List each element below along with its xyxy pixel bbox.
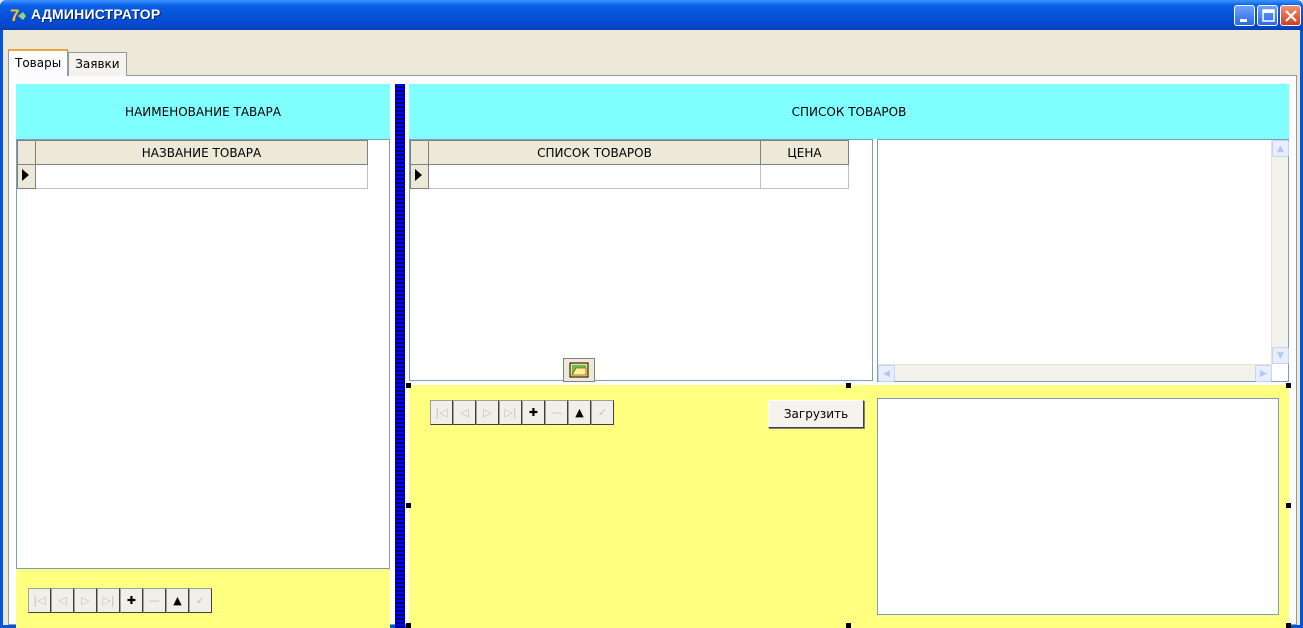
last-icon[interactable]: ▷| — [97, 588, 120, 613]
scroll-right-icon[interactable]: ▶ — [1255, 365, 1272, 382]
tab-goods[interactable]: Товары — [8, 49, 69, 76]
load-button[interactable]: Загрузить — [768, 400, 864, 428]
selection-handle[interactable] — [406, 623, 411, 628]
horizontal-scrollbar[interactable]: ◀ ▶ — [878, 364, 1272, 382]
grid-cell[interactable] — [760, 164, 849, 189]
goods-names-grid[interactable]: НАЗВАНИЕ ТОВАРА — [16, 139, 390, 569]
selection-handle[interactable] — [846, 383, 851, 388]
vertical-scrollbar[interactable]: ▲ ▼ — [1271, 140, 1289, 364]
first-icon[interactable]: |◁ — [430, 400, 453, 425]
close-button[interactable] — [1280, 5, 1301, 26]
scroll-up-icon[interactable]: ▲ — [1272, 140, 1289, 157]
splitter[interactable] — [395, 84, 405, 628]
grid-cell[interactable] — [35, 164, 368, 189]
selection-handle[interactable] — [846, 623, 851, 628]
minimize-icon — [1240, 19, 1247, 22]
scroll-down-icon[interactable]: ▼ — [1272, 347, 1289, 364]
next-icon[interactable]: ▷ — [74, 588, 97, 613]
window-title: АДМИНИСТРАТОР — [31, 6, 161, 22]
last-icon[interactable]: ▷| — [499, 400, 522, 425]
prior-icon[interactable]: ◁ — [51, 588, 74, 613]
grid-indicator-header — [410, 140, 429, 165]
maximize-icon — [1262, 9, 1275, 22]
right-db-navigator: |◁ ◁ ▷ ▷| ✚ — ▲ ✓ — [430, 400, 614, 425]
scroll-left-icon[interactable]: ◀ — [878, 365, 895, 382]
close-icon — [1285, 10, 1297, 22]
grid-cell[interactable] — [428, 164, 761, 189]
open-image-button[interactable] — [563, 358, 595, 382]
right-panel-header: СПИСОК ТОВАРОВ — [409, 84, 1289, 139]
tab-strip: Товары Заявки — [8, 48, 127, 76]
selection-handle[interactable] — [1286, 623, 1291, 628]
edit-icon[interactable]: ▲ — [166, 588, 189, 613]
grid-indicator-header — [17, 140, 36, 165]
post-icon[interactable]: ✓ — [189, 588, 212, 613]
delete-icon[interactable]: — — [545, 400, 568, 425]
edit-icon[interactable]: ▲ — [568, 400, 591, 425]
column-header-goods-name[interactable]: НАЗВАНИЕ ТОВАРА — [35, 140, 368, 165]
insert-icon[interactable]: ✚ — [522, 400, 545, 425]
prior-icon[interactable]: ◁ — [453, 400, 476, 425]
column-header-price[interactable]: ЦЕНА — [760, 140, 849, 165]
selection-handle[interactable] — [1286, 383, 1291, 388]
insert-icon[interactable]: ✚ — [120, 588, 143, 613]
tab-orders[interactable]: Заявки — [68, 52, 127, 76]
column-header-goods-list[interactable]: СПИСОК ТОВАРОВ — [428, 140, 761, 165]
left-db-navigator: |◁ ◁ ▷ ▷| ✚ — ▲ ✓ — [28, 588, 212, 613]
open-folder-icon — [569, 362, 589, 378]
selection-handle[interactable] — [1286, 503, 1291, 508]
row-pointer-icon — [22, 169, 29, 181]
image-memo[interactable] — [877, 398, 1279, 615]
next-icon[interactable]: ▷ — [476, 400, 499, 425]
row-indicator — [17, 164, 36, 189]
goods-list-grid[interactable]: СПИСОК ТОВАРОВ ЦЕНА — [409, 139, 873, 381]
row-pointer-icon — [415, 169, 422, 181]
minimize-button[interactable] — [1234, 5, 1255, 26]
left-panel-header: НАИМЕНОВАНИЕ ТАВАРА — [16, 84, 390, 139]
selection-handle[interactable] — [406, 503, 411, 508]
delete-icon[interactable]: — — [143, 588, 166, 613]
first-icon[interactable]: |◁ — [28, 588, 51, 613]
row-indicator — [410, 164, 429, 189]
title-bar[interactable]: 7 АДМИНИСТРАТОР — [0, 0, 1303, 30]
description-memo[interactable]: ▲ ▼ ◀ ▶ — [877, 139, 1289, 382]
selection-handle[interactable] — [406, 383, 411, 388]
app-icon: 7 — [10, 6, 26, 24]
svg-text:7: 7 — [10, 6, 19, 24]
maximize-button[interactable] — [1257, 5, 1278, 26]
post-icon[interactable]: ✓ — [591, 400, 614, 425]
